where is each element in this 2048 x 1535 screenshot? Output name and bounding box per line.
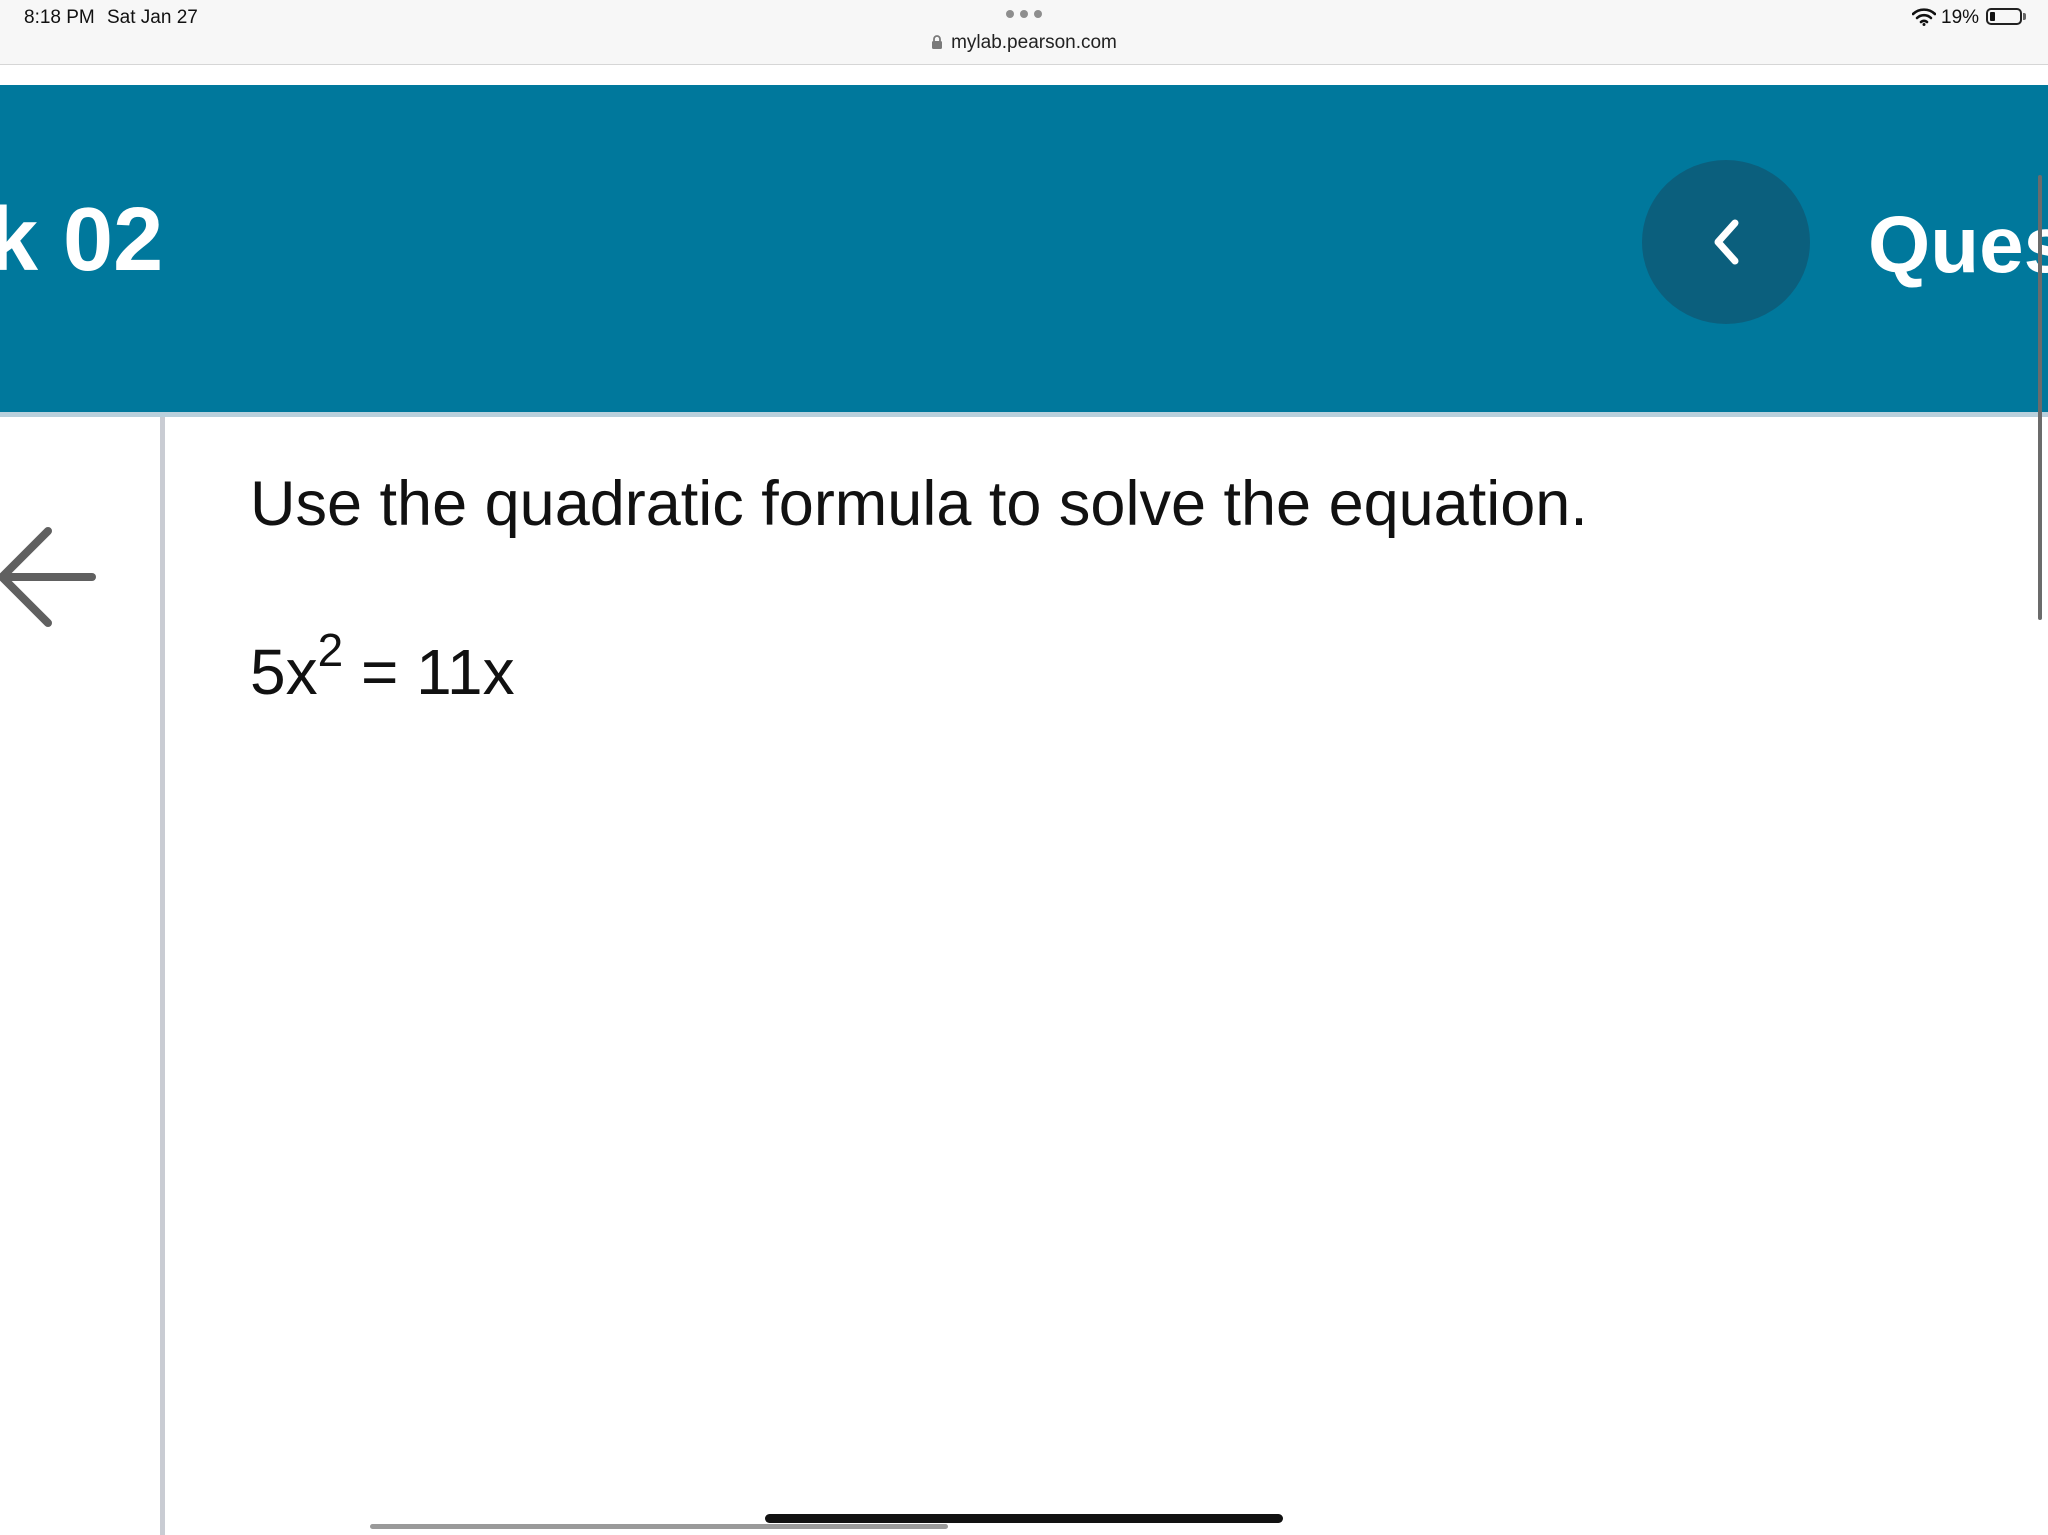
assignment-title: k 02 <box>0 190 164 290</box>
question-prompt: Use the quadratic formula to solve the e… <box>250 469 1588 539</box>
chevron-left-icon <box>1714 219 1739 265</box>
battery-percent: 19% <box>1941 7 1980 28</box>
more-dots-icon[interactable] <box>1006 10 1042 20</box>
question-label: Ques <box>1868 200 2048 289</box>
address-bar[interactable]: mylab.pearson.com <box>0 32 2048 54</box>
url-text: mylab.pearson.com <box>951 32 1117 53</box>
browser-status-bar: 8:18 PM Sat Jan 27 mylab.pearson.com 19% <box>0 0 2048 65</box>
home-indicator[interactable] <box>765 1514 1283 1523</box>
previous-question-button[interactable] <box>1642 160 1810 324</box>
status-date: Sat Jan 27 <box>107 7 198 28</box>
equation-lhs: 5x <box>250 636 318 708</box>
battery-tip <box>2023 13 2026 20</box>
equation: 5x2 = 11x <box>250 627 515 704</box>
wifi-icon <box>1912 8 1936 26</box>
back-arrow-button[interactable] <box>0 525 100 640</box>
left-panel-divider[interactable] <box>160 417 165 1535</box>
header-divider <box>0 412 2048 417</box>
horizontal-scrollbar[interactable] <box>370 1524 948 1529</box>
status-time: 8:18 PM <box>24 7 95 28</box>
arrow-left-icon <box>0 527 96 627</box>
lock-icon <box>932 35 943 49</box>
battery-icon <box>1986 8 2022 25</box>
equation-exponent: 2 <box>317 624 344 676</box>
vertical-scrollbar[interactable] <box>2038 175 2042 620</box>
equation-rhs: = 11x <box>343 636 515 708</box>
